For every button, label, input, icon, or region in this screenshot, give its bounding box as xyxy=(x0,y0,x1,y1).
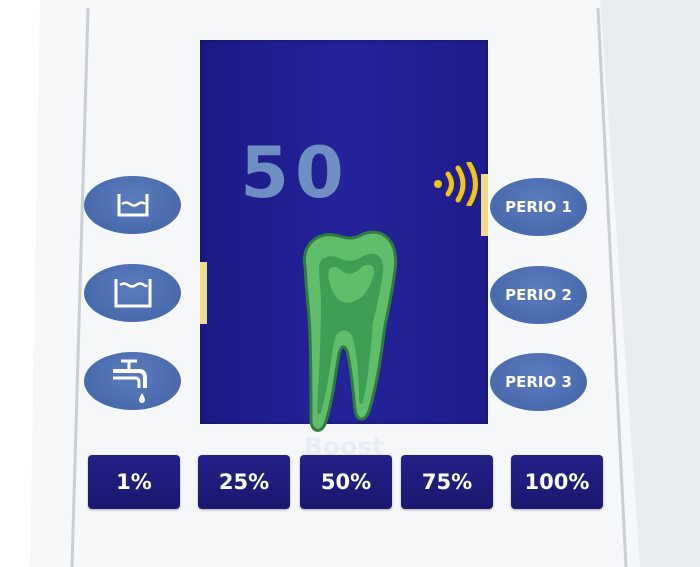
water-tap-icon xyxy=(112,359,147,403)
reservoir-low-icon xyxy=(117,194,148,217)
power-50-label: 50% xyxy=(320,470,372,494)
power-75-label: 75% xyxy=(421,470,473,494)
reservoir-full-button[interactable] xyxy=(84,264,181,322)
power-1-button[interactable]: 1% xyxy=(88,455,180,509)
perio-3-button[interactable]: PERIO 3 xyxy=(490,353,587,411)
intensity-value: 50 xyxy=(240,132,350,214)
perio-3-label: PERIO 3 xyxy=(505,373,572,391)
left-selection-marker xyxy=(200,262,207,324)
tooth-icon xyxy=(302,230,398,432)
perio-2-label: PERIO 2 xyxy=(505,286,572,304)
perio-2-button[interactable]: PERIO 2 xyxy=(490,266,587,324)
power-50-button[interactable]: 50% xyxy=(300,455,392,509)
right-selection-marker xyxy=(481,174,488,236)
power-100-button[interactable]: 100% xyxy=(511,455,603,509)
reservoir-full-icon xyxy=(114,279,151,308)
power-25-button[interactable]: 25% xyxy=(198,455,290,509)
perio-1-label: PERIO 1 xyxy=(505,198,572,216)
power-25-label: 25% xyxy=(218,470,270,494)
power-100-label: 100% xyxy=(524,470,590,494)
reservoir-low-button[interactable] xyxy=(84,176,181,234)
power-75-button[interactable]: 75% xyxy=(401,455,493,509)
water-tap-button[interactable] xyxy=(84,352,181,410)
display-screen: 50 Boost xyxy=(200,40,488,461)
perio-1-button[interactable]: PERIO 1 xyxy=(490,178,587,236)
ultrasonic-wave-icon xyxy=(434,162,478,206)
power-1-label: 1% xyxy=(116,470,152,494)
